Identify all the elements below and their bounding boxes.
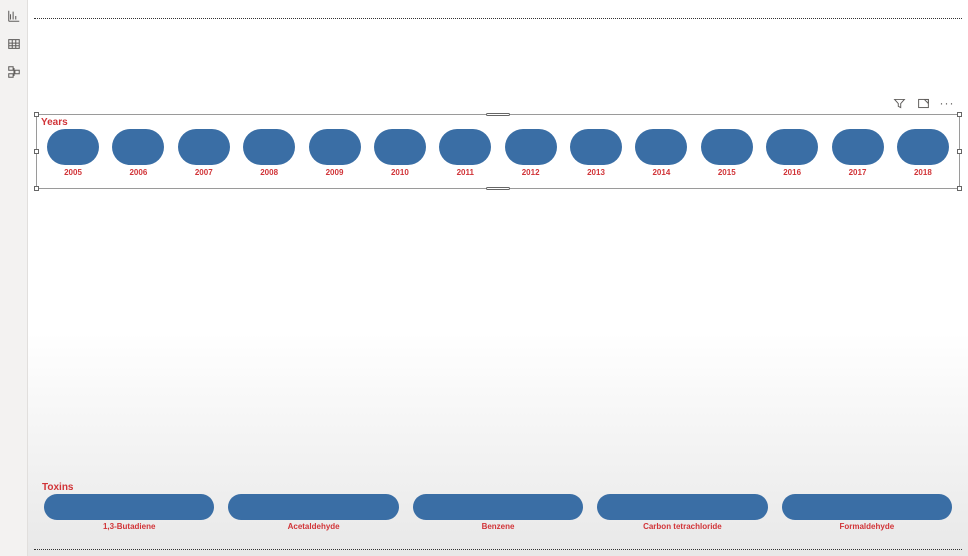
year-label: 2009 xyxy=(326,168,344,177)
toxins-slicer-items: 1,3-Butadiene Acetaldehyde Benzene Carbon t… xyxy=(44,494,952,538)
toxins-slicer-title: Toxins xyxy=(42,482,73,493)
resize-handle-top-center[interactable] xyxy=(486,113,510,116)
year-label: 2013 xyxy=(587,168,605,177)
year-label: 2015 xyxy=(718,168,736,177)
year-slicer-item[interactable]: 2013 xyxy=(570,129,622,177)
toxin-pill-icon xyxy=(44,494,214,520)
year-label: 2005 xyxy=(64,168,82,177)
year-pill-icon xyxy=(701,129,753,165)
year-slicer-item[interactable]: 2006 xyxy=(112,129,164,177)
years-slicer-title: Years xyxy=(41,117,68,128)
toxin-label: Formaldehyde xyxy=(839,522,894,531)
resize-handle-middle-left[interactable] xyxy=(34,149,39,154)
resize-handle-top-left[interactable] xyxy=(34,112,39,117)
year-pill-icon xyxy=(374,129,426,165)
year-pill-icon xyxy=(309,129,361,165)
years-slicer-visual[interactable]: Years 2005200620072008200920102011201220… xyxy=(36,114,960,189)
table-view-icon[interactable] xyxy=(6,36,22,52)
year-label: 2007 xyxy=(195,168,213,177)
year-slicer-item[interactable]: 2010 xyxy=(374,129,426,177)
report-canvas[interactable]: ··· Years 200520062007200820092010201120… xyxy=(28,0,968,556)
year-pill-icon xyxy=(832,129,884,165)
page-boundary-bottom xyxy=(34,549,962,550)
year-pill-icon xyxy=(897,129,949,165)
year-label: 2012 xyxy=(522,168,540,177)
toxin-pill-icon xyxy=(413,494,583,520)
year-slicer-item[interactable]: 2005 xyxy=(47,129,99,177)
toxin-label: 1,3-Butadiene xyxy=(103,522,155,531)
year-label: 2014 xyxy=(652,168,670,177)
year-slicer-item[interactable]: 2011 xyxy=(439,129,491,177)
toxin-slicer-item[interactable]: 1,3-Butadiene xyxy=(44,494,214,538)
year-pill-icon xyxy=(439,129,491,165)
year-label: 2008 xyxy=(260,168,278,177)
toxin-pill-icon xyxy=(782,494,952,520)
toxin-slicer-item[interactable]: Benzene xyxy=(413,494,583,538)
view-tool-rail xyxy=(0,0,28,556)
year-pill-icon xyxy=(635,129,687,165)
resize-handle-bottom-left[interactable] xyxy=(34,186,39,191)
year-slicer-item[interactable]: 2014 xyxy=(635,129,687,177)
toxin-slicer-item[interactable]: Acetaldehyde xyxy=(228,494,398,538)
year-label: 2011 xyxy=(457,168,474,177)
year-label: 2010 xyxy=(391,168,409,177)
year-pill-icon xyxy=(112,129,164,165)
year-label: 2018 xyxy=(914,168,932,177)
stacked-bar-chart-icon[interactable] xyxy=(6,8,22,24)
toxin-label: Benzene xyxy=(482,522,515,531)
year-pill-icon xyxy=(243,129,295,165)
toxin-label: Carbon tetrachloride xyxy=(643,522,722,531)
more-options-icon[interactable]: ··· xyxy=(940,96,954,110)
year-slicer-item[interactable]: 2017 xyxy=(832,129,884,177)
page-boundary-top xyxy=(34,18,962,19)
year-slicer-item[interactable]: 2018 xyxy=(897,129,949,177)
year-slicer-item[interactable]: 2015 xyxy=(701,129,753,177)
toxins-slicer-visual[interactable]: Toxins 1,3-Butadiene Acetaldehyde Benzene C… xyxy=(38,480,958,538)
year-pill-icon xyxy=(47,129,99,165)
year-label: 2016 xyxy=(783,168,801,177)
year-label: 2017 xyxy=(849,168,867,177)
toxin-pill-icon xyxy=(228,494,398,520)
resize-handle-bottom-center[interactable] xyxy=(486,187,510,190)
year-slicer-item[interactable]: 2007 xyxy=(178,129,230,177)
toxin-label: Acetaldehyde xyxy=(288,522,340,531)
resize-handle-top-right[interactable] xyxy=(957,112,962,117)
year-pill-icon xyxy=(766,129,818,165)
year-slicer-item[interactable]: 2008 xyxy=(243,129,295,177)
year-pill-icon xyxy=(570,129,622,165)
resize-handle-middle-right[interactable] xyxy=(957,149,962,154)
year-label: 2006 xyxy=(129,168,147,177)
toxin-slicer-item[interactable]: Carbon tetrachloride xyxy=(597,494,767,538)
year-pill-icon xyxy=(505,129,557,165)
years-slicer-items: 2005 2006 2007 2008 2009 2010 2011 2012 2013 2014… xyxy=(47,129,949,186)
year-slicer-item[interactable]: 2009 xyxy=(309,129,361,177)
year-slicer-item[interactable]: 2012 xyxy=(505,129,557,177)
resize-handle-bottom-right[interactable] xyxy=(957,186,962,191)
toxin-pill-icon xyxy=(597,494,767,520)
filter-icon[interactable] xyxy=(892,96,906,110)
visual-header-toolbar: ··· xyxy=(892,96,954,110)
focus-mode-icon[interactable] xyxy=(916,96,930,110)
model-view-icon[interactable] xyxy=(6,64,22,80)
year-pill-icon xyxy=(178,129,230,165)
year-slicer-item[interactable]: 2016 xyxy=(766,129,818,177)
toxin-slicer-item[interactable]: Formaldehyde xyxy=(782,494,952,538)
